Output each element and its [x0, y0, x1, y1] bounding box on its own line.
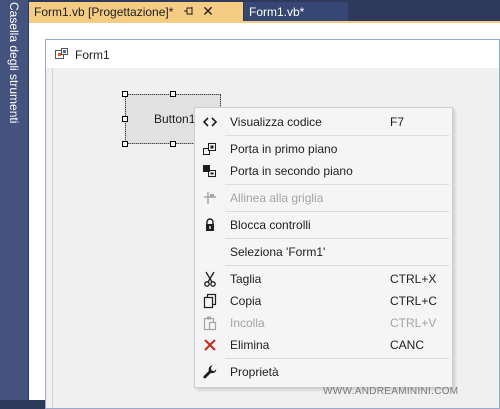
form-titlebar[interactable]: Form1 [46, 40, 499, 68]
menu-item-shortcut: CANC [390, 338, 425, 352]
menu-item-shortcut: CTRL+X [390, 272, 437, 286]
menu-item-properties[interactable]: Proprietà [195, 361, 452, 383]
menu-item-label: Elimina [230, 338, 270, 352]
menu-separator [225, 135, 449, 136]
resize-handle-bottom[interactable] [170, 141, 176, 147]
menu-item-cut[interactable]: Taglia CTRL+X [195, 268, 452, 290]
send-to-back-icon [202, 163, 218, 179]
document-tab-bar: Form1.vb [Progettazione]* ✕ Form1.vb* [28, 0, 500, 22]
tab-label: Form1.vb [Progettazione]* [34, 5, 174, 19]
menu-item-label: Proprietà [230, 365, 279, 379]
menu-item-view-code[interactable]: Visualizza codice F7 [195, 111, 452, 133]
tab-form1-code[interactable]: Form1.vb* [244, 2, 348, 21]
menu-separator [225, 358, 449, 359]
menu-separator [225, 211, 449, 212]
context-menu: Visualizza codice F7 Porta in primo pian… [194, 107, 453, 388]
resize-handle-top[interactable] [170, 91, 176, 97]
resize-handle-bottom-left[interactable] [122, 141, 128, 147]
paste-icon [202, 315, 218, 331]
bring-to-front-icon [202, 141, 218, 157]
code-icon [202, 114, 218, 130]
resize-handle-left[interactable] [122, 116, 128, 122]
menu-item-shortcut: F7 [390, 115, 405, 129]
menu-item-label: Copia [230, 294, 262, 308]
menu-item-shortcut: CTRL+V [390, 316, 437, 330]
menu-item-label: Taglia [230, 272, 262, 286]
toolbox-label[interactable]: Casella degli strumenti [7, 2, 21, 123]
menu-separator [225, 238, 449, 239]
menu-item-paste[interactable]: Incolla CTRL+V [195, 312, 452, 334]
menu-separator [225, 265, 449, 266]
menu-item-select-form1[interactable]: Seleziona 'Form1' [195, 241, 452, 263]
form-title: Form1 [75, 48, 110, 62]
lock-icon [202, 217, 218, 233]
menu-item-label: Seleziona 'Form1' [230, 245, 326, 259]
toolbox-strip[interactable]: Casella degli strumenti [0, 0, 28, 400]
tab-label: Form1.vb* [249, 5, 305, 19]
pin-icon[interactable] [182, 4, 196, 18]
menu-item-label: Porta in primo piano [230, 142, 338, 156]
wrench-icon [202, 364, 218, 380]
menu-item-label: Allinea alla griglia [230, 191, 324, 205]
form-icon [55, 48, 69, 62]
menu-item-lock-controls[interactable]: Blocca controlli [195, 214, 452, 236]
menu-item-delete[interactable]: Elimina CANC [195, 334, 452, 356]
delete-icon [202, 337, 218, 353]
copy-icon [202, 293, 218, 309]
menu-item-label: Porta in secondo piano [230, 164, 353, 178]
menu-item-send-to-back[interactable]: Porta in secondo piano [195, 160, 452, 182]
menu-item-shortcut: CTRL+C [390, 294, 438, 308]
resize-handle-top-left[interactable] [122, 91, 128, 97]
close-icon[interactable]: ✕ [201, 3, 215, 19]
menu-item-align-to-grid[interactable]: Allinea alla griglia [195, 187, 452, 209]
menu-separator [225, 184, 449, 185]
scissors-icon [202, 271, 218, 287]
align-to-grid-icon [202, 190, 218, 206]
menu-item-label: Incolla [230, 316, 265, 330]
menu-item-label: Blocca controlli [230, 218, 311, 232]
menu-item-copy[interactable]: Copia CTRL+C [195, 290, 452, 312]
tab-form1-designer[interactable]: Form1.vb [Progettazione]* ✕ [29, 2, 243, 21]
menu-item-label: Visualizza codice [230, 115, 322, 129]
watermark: WWW.ANDREAMININI.COM [323, 386, 459, 397]
menu-item-bring-to-front[interactable]: Porta in primo piano [195, 138, 452, 160]
